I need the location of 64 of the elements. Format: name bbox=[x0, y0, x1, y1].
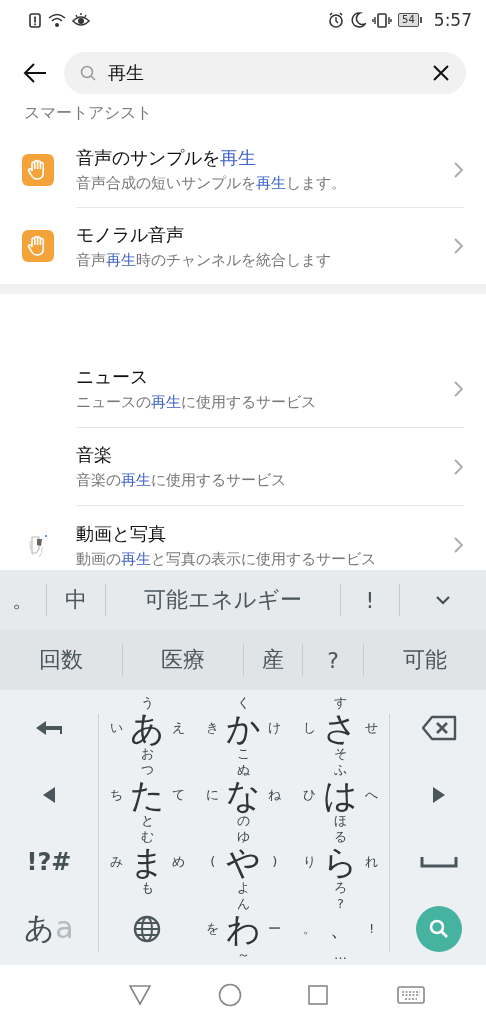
candidate-word[interactable]: 中 bbox=[47, 585, 105, 615]
result-title: ニュース bbox=[76, 365, 148, 389]
result-title: 音楽 bbox=[76, 443, 112, 467]
search-field[interactable]: 再生 bbox=[64, 52, 466, 94]
clock-time: 5:57 bbox=[433, 10, 472, 30]
candidate-word[interactable]: 産 bbox=[244, 645, 302, 675]
kana-key[interactable]: ? 。 、 ! … bbox=[297, 895, 384, 962]
eye-icon bbox=[72, 11, 90, 29]
recents-square-icon[interactable] bbox=[307, 983, 329, 1006]
sim-alert-icon bbox=[28, 11, 42, 29]
vibrate-icon bbox=[372, 11, 393, 29]
chevron-down-icon[interactable] bbox=[435, 595, 451, 605]
kana-key[interactable]: う い あ え お bbox=[104, 694, 191, 761]
result-description: ニュースの再生に使用するサービス bbox=[76, 393, 316, 412]
section-header: スマートアシスト bbox=[23, 103, 153, 124]
kana-key[interactable]: す し さ せ そ bbox=[297, 694, 384, 761]
candidate-word[interactable]: 可能エネルギー bbox=[106, 585, 340, 615]
search-icon bbox=[428, 918, 450, 939]
hand-icon bbox=[22, 230, 54, 262]
kana-key[interactable]: む み ま め も bbox=[104, 828, 191, 895]
candidate-word[interactable]: ! bbox=[341, 587, 399, 613]
result-description: 音声再生時のチャンネルを統合します bbox=[76, 250, 331, 270]
chevron-right-icon[interactable] bbox=[453, 458, 464, 476]
kana-key[interactable]: く き か け こ bbox=[200, 694, 287, 761]
back-triangle-icon[interactable] bbox=[128, 982, 152, 1007]
candidate-word[interactable]: 可能 bbox=[364, 645, 486, 675]
search-input[interactable]: 再生 bbox=[108, 62, 420, 84]
chevron-right-icon[interactable] bbox=[453, 237, 464, 255]
kana-key[interactable]: つ ち た て と bbox=[104, 761, 191, 828]
space-key-icon[interactable] bbox=[419, 855, 458, 868]
close-icon[interactable] bbox=[432, 64, 450, 82]
result-description: 音楽の再生に使用するサービス bbox=[76, 471, 286, 490]
result-description: 動画の再生と写真の表示に使用するサービス bbox=[76, 549, 376, 569]
kana-key[interactable]: ゆ ( や ) よ bbox=[200, 828, 287, 895]
symbols-key[interactable]: !?# bbox=[26, 847, 72, 876]
kana-key[interactable]: ん を わ ー ～ bbox=[200, 895, 287, 962]
kana-key[interactable]: ぬ に な ね の bbox=[200, 761, 287, 828]
result-title: 音声のサンプルを再生 bbox=[76, 146, 256, 170]
result-title: 動画と写真 bbox=[76, 521, 166, 546]
alarm-icon bbox=[328, 12, 345, 28]
globe-icon[interactable] bbox=[133, 914, 162, 943]
back-arrow-icon[interactable] bbox=[22, 61, 48, 85]
input-mode-key[interactable]: あa bbox=[24, 908, 74, 949]
candidate-word[interactable]: 回数 bbox=[0, 645, 122, 675]
home-circle-icon[interactable] bbox=[217, 982, 242, 1007]
search-icon bbox=[80, 65, 96, 81]
keyboard-icon[interactable] bbox=[396, 984, 425, 1005]
candidate-word[interactable]: ? bbox=[303, 647, 363, 673]
moon-icon bbox=[350, 12, 367, 28]
left-arrow-icon[interactable] bbox=[41, 784, 57, 805]
result-description: 音声合成の短いサンプルを再生します。 bbox=[76, 174, 346, 193]
right-arrow-icon[interactable] bbox=[430, 784, 447, 805]
chevron-right-icon[interactable] bbox=[453, 161, 464, 179]
candidate-word[interactable]: 。 bbox=[0, 585, 46, 615]
wifi-icon bbox=[48, 12, 66, 28]
kana-key[interactable]: る り ら れ ろ bbox=[297, 828, 384, 895]
result-title: モノラル音声 bbox=[76, 222, 184, 247]
kana-key[interactable]: ふ ひ は へ ほ bbox=[297, 761, 384, 828]
chevron-right-icon[interactable] bbox=[453, 380, 464, 398]
hand-icon bbox=[22, 154, 54, 186]
backspace-icon[interactable] bbox=[420, 714, 457, 741]
candidate-word[interactable]: 医療 bbox=[123, 645, 243, 675]
chevron-right-icon[interactable] bbox=[453, 536, 464, 554]
battery-level: 54 bbox=[398, 13, 419, 27]
